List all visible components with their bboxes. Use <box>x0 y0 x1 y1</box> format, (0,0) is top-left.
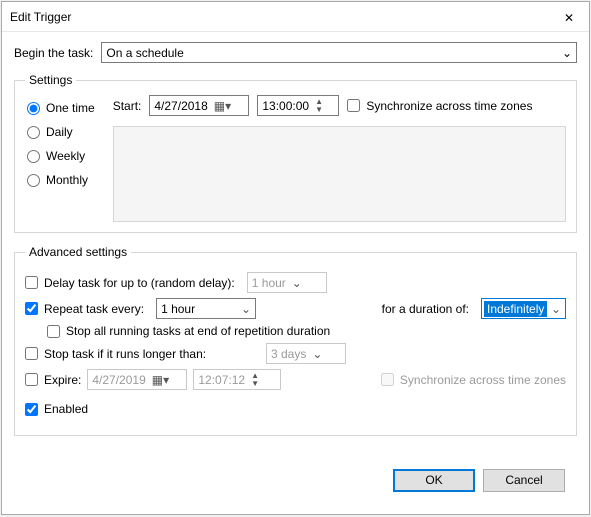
expire-date-value: 4/27/2019 <box>92 373 145 387</box>
dialog-footer: OK Cancel <box>14 459 577 502</box>
sync-timezone-checkbox[interactable]: Synchronize across time zones <box>347 99 532 113</box>
stop-if-value: 3 days <box>271 347 306 361</box>
titlebar: Edit Trigger ✕ <box>2 2 589 32</box>
radio-daily[interactable]: Daily <box>27 125 95 139</box>
radio-weekly-input[interactable] <box>27 150 40 163</box>
chevron-down-icon: ⌄ <box>312 347 322 361</box>
repeat-combo[interactable]: 1 hour ⌄ <box>156 298 256 319</box>
duration-combo[interactable]: Indefinitely ⌄ <box>481 298 566 319</box>
expire-time-picker: 12:07:12 ▲▼ <box>193 369 281 390</box>
radio-daily-input[interactable] <box>27 126 40 139</box>
spinner-icon: ▲▼ <box>315 98 323 114</box>
expire-row: Expire: 4/27/2019 ▦▾ 12:07:12 ▲▼ Synchro… <box>25 369 566 390</box>
start-time-value: 13:00:00 <box>262 99 309 113</box>
begin-task-select[interactable]: On a schedule ⌄ <box>101 42 577 63</box>
settings-group: Settings One time Daily Weekly <box>14 73 577 233</box>
radio-weekly[interactable]: Weekly <box>27 149 95 163</box>
radio-one-time-label: One time <box>46 101 95 115</box>
window-title: Edit Trigger <box>10 10 549 24</box>
stop-if-checkbox[interactable] <box>25 347 38 360</box>
cancel-label: Cancel <box>505 473 542 487</box>
begin-task-value: On a schedule <box>106 46 183 60</box>
begin-task-label: Begin the task: <box>14 46 93 60</box>
start-date-picker[interactable]: 4/27/2018 ▦▾ <box>149 95 249 116</box>
enabled-row: Enabled <box>25 402 566 416</box>
repeat-row: Repeat task every: 1 hour ⌄ for a durati… <box>25 298 566 319</box>
repeat-checkbox[interactable] <box>25 302 38 315</box>
radio-one-time[interactable]: One time <box>27 101 95 115</box>
chevron-down-icon: ⌄ <box>562 46 572 60</box>
ok-button[interactable]: OK <box>393 469 475 492</box>
radio-monthly-label: Monthly <box>46 173 88 187</box>
expire-time-value: 12:07:12 <box>198 373 245 387</box>
repeat-label: Repeat task every: <box>44 302 144 316</box>
chevron-down-icon: ⌄ <box>551 302 561 316</box>
repeat-value: 1 hour <box>161 302 195 316</box>
advanced-legend: Advanced settings <box>25 245 131 259</box>
expire-date-picker: 4/27/2019 ▦▾ <box>87 369 187 390</box>
calendar-icon: ▦▾ <box>214 99 231 113</box>
dialog-window: Edit Trigger ✕ Begin the task: On a sche… <box>1 1 590 515</box>
radio-daily-label: Daily <box>46 125 73 139</box>
radio-one-time-input[interactable] <box>27 102 40 115</box>
schedule-radios: One time Daily Weekly Monthly <box>25 95 99 222</box>
close-button[interactable]: ✕ <box>549 2 589 32</box>
delay-value: 1 hour <box>252 276 286 290</box>
calendar-icon: ▦▾ <box>152 373 169 387</box>
delay-label: Delay task for up to (random delay): <box>44 276 235 290</box>
begin-task-row: Begin the task: On a schedule ⌄ <box>14 42 577 63</box>
sync-timezone-label: Synchronize across time zones <box>366 99 532 113</box>
advanced-group: Advanced settings Delay task for up to (… <box>14 245 577 436</box>
stop-if-combo: 3 days ⌄ <box>266 343 346 364</box>
radio-monthly[interactable]: Monthly <box>27 173 95 187</box>
enabled-label: Enabled <box>44 402 88 416</box>
stop-running-row: Stop all running tasks at end of repetit… <box>47 324 566 338</box>
cancel-button[interactable]: Cancel <box>483 469 565 492</box>
delay-checkbox[interactable] <box>25 276 38 289</box>
expire-sync-label: Synchronize across time zones <box>400 373 566 387</box>
spinner-icon: ▲▼ <box>251 372 259 388</box>
ok-label: OK <box>425 473 442 487</box>
enabled-checkbox[interactable] <box>25 403 38 416</box>
sync-timezone-input[interactable] <box>347 99 360 112</box>
chevron-down-icon: ⌄ <box>241 302 251 316</box>
radio-monthly-input[interactable] <box>27 174 40 187</box>
expire-sync-checkbox <box>381 373 394 386</box>
stop-if-row: Stop task if it runs longer than: 3 days… <box>25 343 566 364</box>
duration-label: for a duration of: <box>382 302 469 316</box>
stop-running-label: Stop all running tasks at end of repetit… <box>66 324 330 338</box>
start-date-value: 4/27/2018 <box>154 99 207 113</box>
duration-value: Indefinitely <box>484 301 547 317</box>
expire-label: Expire: <box>44 373 81 387</box>
close-icon: ✕ <box>564 11 574 25</box>
schedule-detail-area <box>113 126 566 222</box>
start-label: Start: <box>113 99 142 113</box>
start-panel: Start: 4/27/2018 ▦▾ 13:00:00 ▲▼ Synchron… <box>113 95 566 222</box>
expire-checkbox[interactable] <box>25 373 38 386</box>
delay-combo: 1 hour ⌄ <box>247 272 327 293</box>
dialog-content: Begin the task: On a schedule ⌄ Settings… <box>2 32 589 514</box>
settings-legend: Settings <box>25 73 76 87</box>
radio-weekly-label: Weekly <box>46 149 85 163</box>
delay-row: Delay task for up to (random delay): 1 h… <box>25 272 566 293</box>
stop-if-label: Stop task if it runs longer than: <box>44 347 206 361</box>
start-time-picker[interactable]: 13:00:00 ▲▼ <box>257 95 339 116</box>
chevron-down-icon: ⌄ <box>292 276 302 290</box>
stop-running-checkbox[interactable] <box>47 325 60 338</box>
